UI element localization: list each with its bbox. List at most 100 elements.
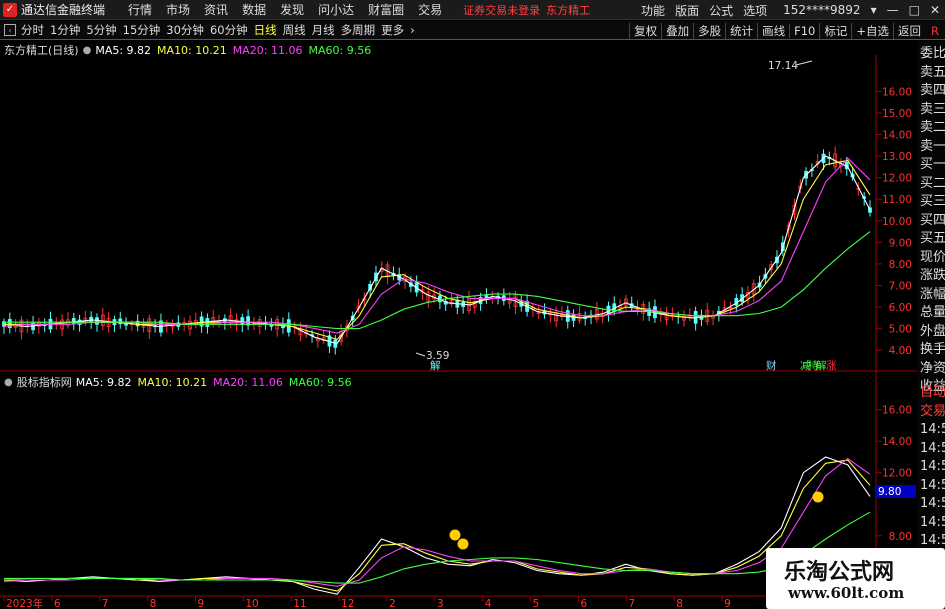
period-monthly[interactable]: 月线 xyxy=(309,22,338,38)
collapse-icon[interactable]: ‹ xyxy=(4,24,16,36)
date-label: 9 xyxy=(198,598,205,609)
main-ma-lines xyxy=(3,155,871,345)
period-multi[interactable]: 多周期 xyxy=(338,22,379,38)
order-book-row: 卖三 xyxy=(920,101,945,117)
low-pointer xyxy=(415,352,426,357)
date-label: 12 xyxy=(341,598,354,609)
order-book-row: 买二 xyxy=(920,175,945,191)
order-book-row: 现价 xyxy=(920,249,945,265)
btn-diejia[interactable]: 叠加 xyxy=(661,22,693,39)
order-book-panel: 委比 卖五 卖四 卖三 卖二 卖一 买一 买二 买三 买四 买五 现价 涨跌 涨幅 总量 外盘 换手 净资 收益 自… xyxy=(917,41,945,609)
date-label: 2 xyxy=(389,598,396,609)
event-label: 财 xyxy=(766,359,777,372)
menu-wenxiaoda[interactable]: 问小达 xyxy=(311,1,361,18)
period-daily[interactable]: 日线 xyxy=(251,22,280,38)
menu-shichang[interactable]: 市场 xyxy=(159,1,197,18)
watermark-box: 乐淘公式网 www.60lt.com xyxy=(766,548,945,609)
menu-jiaoyi[interactable]: 交易 xyxy=(411,1,449,18)
period-60min[interactable]: 60分钟 xyxy=(207,22,251,38)
date-label: 6 xyxy=(581,598,588,609)
btn-tongji[interactable]: 统计 xyxy=(725,22,757,39)
period-fenshi[interactable]: 分时 xyxy=(18,22,47,38)
order-book-row: 委比 xyxy=(920,46,945,61)
sub-ma10-line xyxy=(4,459,871,592)
date-label: 2023年 xyxy=(6,597,43,609)
minimize-icon[interactable]: — xyxy=(882,3,904,17)
order-book-row: 外盘 xyxy=(920,323,945,339)
sub-price-label: 8.00 xyxy=(889,531,912,543)
period-15min[interactable]: 15分钟 xyxy=(120,22,164,38)
chart-annotations: 17.143.59解财减持解 涨9.80 xyxy=(415,60,916,550)
app-logo-icon: ✓ xyxy=(3,2,17,17)
sub-price-label: 12.00 xyxy=(882,468,912,480)
period-more[interactable]: 更多 xyxy=(378,22,407,38)
period-1min[interactable]: 1分钟 xyxy=(47,22,83,38)
price-tag-label: 9.80 xyxy=(878,486,901,498)
maximize-icon[interactable]: □ xyxy=(904,3,925,17)
window-controls: 功能 版面 公式 选项 152****9892 ▾ — □ ✕ xyxy=(636,0,945,20)
date-label: 9 xyxy=(724,598,731,609)
event-label: 解 xyxy=(430,359,441,372)
main-price-label: 16.00 xyxy=(882,86,912,98)
order-book-row: 卖一 xyxy=(920,138,945,154)
btn-back[interactable]: 返回 xyxy=(893,22,925,39)
date-label: 8 xyxy=(676,598,683,609)
trade-detail-row: 14:56 xyxy=(920,440,945,456)
trade-detail-row: 14:56 xyxy=(920,459,945,474)
sub-ma60-line xyxy=(4,511,871,584)
trade-detail-row: 交易 xyxy=(920,403,945,419)
dropdown-icon[interactable]: ▾ xyxy=(866,3,882,17)
candle-body xyxy=(269,324,274,327)
btn-biaoji[interactable]: 标记 xyxy=(819,22,851,39)
menu-zixun[interactable]: 资讯 xyxy=(197,1,235,18)
date-label: 7 xyxy=(102,598,109,609)
smiley-icon xyxy=(449,529,461,541)
menu-faxian[interactable]: 发现 xyxy=(273,1,311,18)
close-icon[interactable]: ✕ xyxy=(925,3,945,17)
user-account[interactable]: 152****9892 xyxy=(778,3,865,17)
sub-price-label: 16.00 xyxy=(882,405,912,417)
sub-price-label: 14.00 xyxy=(882,436,912,448)
btn-f10[interactable]: F10 xyxy=(789,23,819,38)
r-label[interactable]: R xyxy=(925,24,945,38)
order-book-row: 卖五 xyxy=(920,64,945,80)
btn-fuquan[interactable]: 复权 xyxy=(629,22,661,39)
trade-detail-list: 自动交易14:5614:5614:5614:5614:5614:5614:561… xyxy=(920,384,945,569)
main-price-label: 15.00 xyxy=(882,108,912,120)
main-price-label: 9.00 xyxy=(889,237,912,249)
trade-detail-row: 14:56 xyxy=(920,422,945,437)
period-5min[interactable]: 5分钟 xyxy=(83,22,119,38)
order-book-labels: 委比 卖五 卖四 卖三 卖二 卖一 买一 买二 买三 买四 买五 现价 涨跌 涨幅 总量 外盘 换手 净资 收益 xyxy=(920,45,945,397)
kline-chart[interactable]: 16.00 15.00 14.00 13.00 12.00 11.00 10.00 9.00 8… xyxy=(0,41,917,609)
date-axis: 2023年67891011122345678910 xyxy=(3,596,785,609)
btn-duogu[interactable]: 多股 xyxy=(693,22,725,39)
trade-detail-row: 14:56 xyxy=(920,514,945,530)
date-label: 4 xyxy=(485,598,492,609)
sub-ma20-line xyxy=(3,457,871,587)
event-label: 涨 xyxy=(826,360,837,372)
period-toolbar: ‹ 分时 1分钟 5分钟 15分钟 30分钟 60分钟 日线 周线 月线 多周期… xyxy=(0,21,945,40)
main-price-label: 6.00 xyxy=(889,302,912,314)
trade-detail-row: 自动 xyxy=(920,385,945,400)
date-label: 5 xyxy=(533,598,540,609)
period-weekly[interactable]: 周线 xyxy=(280,22,309,38)
candle-body xyxy=(124,323,128,326)
btn-huaxian[interactable]: 画线 xyxy=(757,22,789,39)
main-price-label: 7.00 xyxy=(889,281,912,293)
menu-hangqing[interactable]: 行情 xyxy=(121,1,159,18)
period-30min[interactable]: 30分钟 xyxy=(163,22,207,38)
more-arrow-icon[interactable]: › xyxy=(407,23,418,37)
sub-ma-lines xyxy=(3,456,871,595)
btn-add-watch[interactable]: +自选 xyxy=(851,22,893,39)
main-price-label: 13.00 xyxy=(882,151,912,163)
main-ma60-line xyxy=(4,231,871,330)
menu-banmian[interactable]: 版面 xyxy=(670,2,704,19)
menu-shuju[interactable]: 数据 xyxy=(235,1,273,18)
menu-gongshi[interactable]: 公式 xyxy=(704,2,738,19)
menu-caifuquan[interactable]: 财富圈 xyxy=(361,1,411,18)
main-price-label: 12.00 xyxy=(882,173,912,185)
menu-xuanxiang[interactable]: 选项 xyxy=(738,2,772,19)
date-label: 8 xyxy=(150,598,157,609)
main-price-label: 5.00 xyxy=(889,324,912,336)
menu-gongneng[interactable]: 功能 xyxy=(636,2,670,19)
